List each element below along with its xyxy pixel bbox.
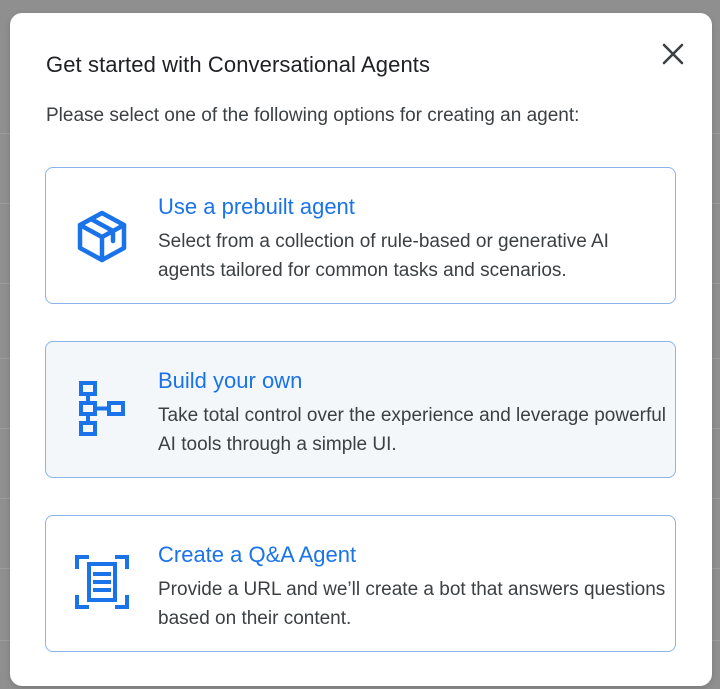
dialog-subtitle: Please select one of the following optio… xyxy=(46,105,580,126)
get-started-dialog: Get started with Conversational Agents P… xyxy=(10,13,712,686)
option-title: Use a prebuilt agent xyxy=(158,194,355,219)
document-scan-icon xyxy=(75,555,129,609)
option-description: Select from a collection of rule-based o… xyxy=(158,231,609,281)
close-button[interactable] xyxy=(658,39,688,69)
option-build-your-own[interactable]: Build your own Take total control over t… xyxy=(45,341,676,478)
option-create-qa-agent[interactable]: Create a Q&A Agent Provide a URL and we’… xyxy=(45,515,676,652)
dialog-title: Get started with Conversational Agents xyxy=(46,52,431,77)
option-description: Provide a URL and we’ll create a bot tha… xyxy=(158,579,666,629)
option-title: Build your own xyxy=(158,368,303,393)
option-title: Create a Q&A Agent xyxy=(158,542,357,567)
close-icon xyxy=(662,43,684,65)
option-description: Take total control over the experience a… xyxy=(158,405,667,455)
flow-diagram-icon xyxy=(79,381,125,436)
option-prebuilt-agent[interactable]: Use a prebuilt agent Select from a colle… xyxy=(45,167,676,304)
cube-icon xyxy=(77,210,127,263)
